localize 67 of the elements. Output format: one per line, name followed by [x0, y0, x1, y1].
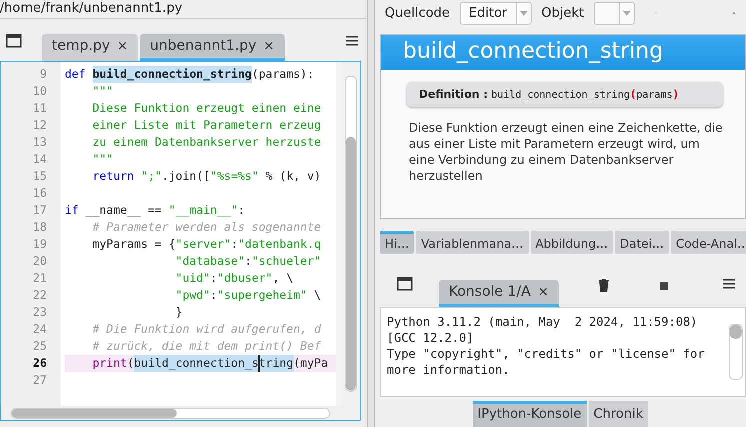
code-line: "pwd":"supergeheim" \ [174, 287, 322, 304]
trash-icon[interactable] [598, 278, 610, 293]
code-line: """ [92, 83, 114, 100]
pane-tab[interactable]: Code-Anal… [671, 231, 746, 254]
help-description: Diese Funktion erzeugt einen eine Zeichenkette, die aus einer Liste mit Parametern erzeugt wird, um eine Verbindung zu einem Datenbankserver herzustellen [409, 120, 724, 184]
line-number: 24 [32, 321, 48, 338]
line-number: 26 [32, 355, 48, 372]
window-icon[interactable] [6, 34, 22, 48]
code-line: return ";".join(["%s=%s" % (k, v) [92, 168, 322, 185]
line-number: 25 [32, 338, 48, 355]
line-number: 17 [32, 202, 48, 219]
code-line: # Die Funktion wird aufgerufen, d [92, 321, 322, 338]
file-path: /home/frank/unbenannt1.py [0, 0, 184, 18]
console-output-line: more information. [387, 362, 511, 378]
line-number: 18 [32, 219, 48, 236]
code-line: zu einem Datenbankserver herzuste [92, 134, 322, 151]
console-output-line: [GCC 12.2.0] [387, 330, 475, 346]
line-number: 11 [32, 100, 48, 117]
code-line: if __name__ == "__main__": [65, 202, 246, 219]
horizontal-scrollbar[interactable] [1, 406, 360, 420]
code-line: einer Liste mit Parametern erzeug [92, 117, 322, 134]
code-line: "database":"schueler" [174, 253, 322, 270]
line-number: 16 [32, 185, 48, 202]
code-line: "uid":"dbuser", \ [174, 270, 295, 287]
splitter[interactable] [367, 0, 375, 427]
line-number: 20 [32, 253, 48, 270]
dropdown-arrow-icon [623, 10, 632, 16]
bottom-tab[interactable]: Chronik [588, 401, 648, 427]
line-number: 14 [32, 151, 48, 168]
code-line: myParams = {"server":"datenbank.q [92, 236, 322, 253]
code-line: # zurück, die mit dem print() Bef [92, 338, 322, 355]
line-number: 12 [32, 117, 48, 134]
console-tab[interactable]: Konsole 1/A × [439, 280, 559, 308]
code-line: # Parameter werden als sogenannte [92, 219, 322, 236]
line-number: 23 [32, 304, 48, 321]
object-dropdown[interactable] [594, 2, 636, 25]
vertical-scrollbar[interactable] [342, 62, 360, 406]
code-line: """ [92, 151, 114, 168]
object-label: Objekt [542, 6, 584, 21]
line-number: 10 [32, 83, 48, 100]
bottom-tab[interactable]: IPython-Konsole [472, 401, 587, 427]
source-dropdown[interactable]: Editor [460, 2, 532, 25]
line-number: 19 [32, 236, 48, 253]
window-icon[interactable] [397, 276, 413, 291]
text-cursor [258, 355, 260, 372]
console-output-line: Python 3.11.2 (main, May 2 2024, 11:59:08) [387, 314, 699, 330]
code-line: Diese Funktion erzeugt einen eine [92, 100, 322, 117]
line-number: 27 [32, 372, 48, 389]
dropdown-arrow-icon [520, 10, 528, 16]
line-number: 22 [32, 287, 48, 304]
editor-tab[interactable]: unbenannt1.py × [140, 34, 285, 61]
console-output-line: Type "copyright", "credits" or "license" for [387, 346, 706, 362]
help-title: build_connection_string [381, 35, 745, 70]
editor-tab[interactable]: temp.py × [42, 34, 138, 61]
line-number: 15 [32, 168, 48, 185]
line-number: 21 [32, 270, 48, 287]
line-number: 13 [32, 134, 48, 151]
source-label: Quellcode [385, 6, 450, 21]
pane-tab[interactable]: Variablenmana… [416, 231, 529, 254]
pane-tab[interactable]: Datei… [615, 231, 670, 254]
definition-signature: build_connection_string(params) [492, 90, 680, 102]
pane-tab[interactable]: Abbildung… [530, 231, 614, 254]
pane-tab[interactable]: Hi… [380, 231, 414, 254]
line-number: 9 [39, 66, 48, 83]
definition-label: Definition : [419, 88, 488, 102]
code-line: } [174, 304, 184, 321]
stop-icon[interactable] [660, 282, 668, 290]
